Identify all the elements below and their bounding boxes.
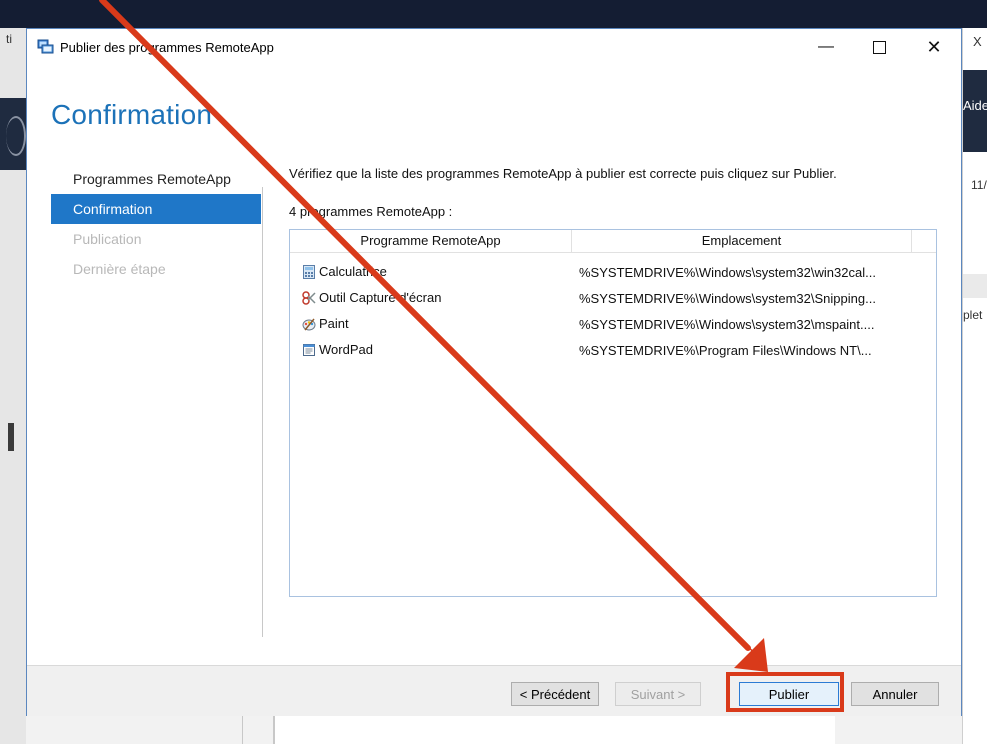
close-button[interactable]: ✕ — [911, 29, 957, 65]
program-name: Calculatrice — [319, 264, 387, 279]
paint-icon — [302, 318, 316, 330]
program-location: %SYSTEMDRIVE%\Program Files\Windows NT\.… — [579, 343, 872, 358]
program-name-cell: Outil Capture d'écran — [302, 290, 441, 305]
program-location: %SYSTEMDRIVE%\Windows\system32\mspaint..… — [579, 317, 875, 332]
remoteapp-program-list[interactable]: Programme RemoteApp Emplacement Calculat… — [289, 229, 937, 597]
minimize-button[interactable]: — — [803, 29, 849, 65]
wordpad-icon — [303, 343, 315, 356]
background-close-icon[interactable]: X — [973, 34, 982, 49]
background-status-text: plet — [963, 308, 983, 322]
close-icon: ✕ — [926, 36, 942, 57]
next-button: Suivant > — [615, 682, 701, 706]
maximize-button[interactable] — [856, 29, 902, 65]
program-name: Paint — [319, 316, 349, 331]
background-help-menu[interactable]: Aide — [963, 98, 987, 113]
background-taskbar — [0, 0, 987, 28]
minimize-icon: — — [818, 38, 834, 55]
column-header-location[interactable]: Emplacement — [572, 230, 912, 252]
nav-item-confirmation[interactable]: Confirmation — [51, 194, 261, 224]
program-name-cell: Calculatrice — [302, 264, 387, 279]
snipping-tool-icon — [302, 290, 316, 305]
list-header: Programme RemoteApp Emplacement — [290, 230, 936, 253]
background-left-panel: ti — [0, 28, 27, 744]
wizard-step-nav: Programmes RemoteApp Confirmation Public… — [51, 164, 261, 284]
nav-item-programmes-remoteapp[interactable]: Programmes RemoteApp — [51, 164, 261, 194]
calculator-icon — [303, 264, 315, 279]
cancel-button[interactable]: Annuler — [851, 682, 939, 706]
maximize-icon — [872, 40, 886, 54]
list-item[interactable]: WordPad %SYSTEMDRIVE%\Program Files\Wind… — [290, 338, 936, 364]
remoteapp-wizard-icon — [37, 39, 54, 54]
column-header-program[interactable]: Programme RemoteApp — [290, 230, 572, 252]
instruction-text: Vérifiez que la liste des programmes Rem… — [289, 166, 837, 181]
program-location: %SYSTEMDRIVE%\Windows\system32\win32cal.… — [579, 265, 876, 280]
background-left-text: ti — [6, 32, 12, 46]
background-left-dark-strip — [0, 98, 26, 170]
program-name-cell: WordPad — [302, 342, 373, 357]
program-name-cell: Paint — [302, 316, 349, 331]
dialog-title: Publier des programmes RemoteApp — [60, 40, 274, 55]
background-bottom-panel — [274, 716, 835, 744]
background-table-row — [963, 274, 987, 298]
publish-remoteapp-dialog: Publier des programmes RemoteApp — ✕ Con… — [26, 28, 962, 716]
program-count-label: 4 programmes RemoteApp : — [289, 204, 453, 219]
background-bottom-cell — [242, 716, 274, 744]
previous-button[interactable]: < Précédent — [511, 682, 599, 706]
background-bottom-area — [26, 716, 962, 744]
background-left-marker — [8, 423, 14, 451]
nav-item-derniere-etape: Dernière étape — [73, 261, 166, 277]
program-name: WordPad — [319, 342, 373, 357]
program-location: %SYSTEMDRIVE%\Windows\system32\Snipping.… — [579, 291, 876, 306]
list-item[interactable]: Calculatrice %SYSTEMDRIVE%\Windows\syste… — [290, 260, 936, 286]
program-name: Outil Capture d'écran — [319, 290, 442, 305]
page-title: Confirmation — [51, 99, 213, 130]
publish-highlight-box — [726, 672, 844, 712]
dialog-titlebar[interactable]: Publier des programmes RemoteApp — ✕ — [27, 29, 961, 65]
list-item[interactable]: Outil Capture d'écran %SYSTEMDRIVE%\Wind… — [290, 286, 936, 312]
nav-item-publication: Publication — [73, 231, 142, 247]
background-date-text: 11/ — [971, 178, 987, 192]
list-item[interactable]: Paint %SYSTEMDRIVE%\Windows\system32\msp… — [290, 312, 936, 338]
background-back-icon — [6, 116, 26, 156]
nav-divider — [262, 187, 263, 637]
background-right-panel: X Aide 11/ plet — [962, 28, 987, 744]
